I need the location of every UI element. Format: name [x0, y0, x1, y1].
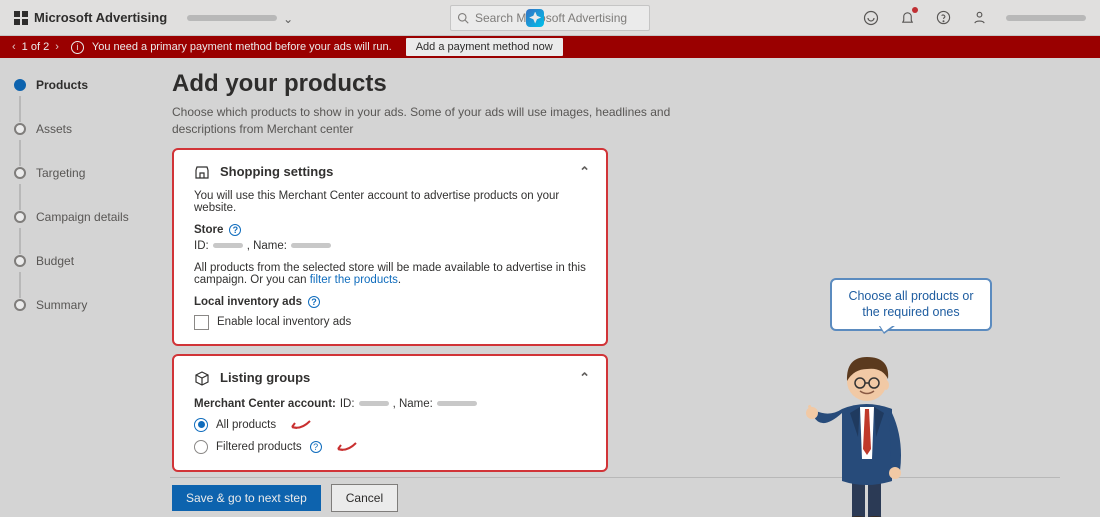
step-assets[interactable]: Assets	[14, 122, 156, 136]
opt-all-label: All products	[216, 419, 276, 431]
add-payment-button[interactable]: Add a payment method now	[406, 38, 563, 56]
alert-pager: 1 of 2	[22, 41, 50, 53]
brand-logo[interactable]: Microsoft Advertising	[14, 10, 167, 25]
listing-groups-card: Listing groups ⌃ Merchant Center account…	[172, 354, 608, 472]
step-summary[interactable]: Summary	[14, 298, 156, 312]
speech-bubble: Choose all products or the required ones	[830, 278, 992, 331]
enable-lia-checkbox[interactable]	[194, 315, 209, 330]
info-icon: i	[71, 41, 84, 54]
alert-message: You need a primary payment method before…	[92, 41, 392, 53]
global-search[interactable]: Search Microsoft Advertising	[450, 5, 650, 31]
page-title: Add your products	[172, 70, 1060, 98]
coach-avatar	[800, 339, 930, 517]
step-products[interactable]: Products	[14, 78, 156, 92]
store-label: Store	[194, 224, 223, 236]
annotation-arrow-icon	[336, 441, 358, 453]
mca-label: Merchant Center account:	[194, 398, 336, 410]
brand-text: Microsoft Advertising	[34, 10, 167, 25]
listing-groups-header: Listing groups	[220, 370, 310, 385]
account-name[interactable]	[1006, 15, 1086, 21]
radio-all-products[interactable]	[194, 418, 208, 432]
help-icon[interactable]: ?	[308, 296, 320, 308]
wizard-steps: Products Assets Targeting Campaign detai…	[0, 58, 170, 517]
enable-lia-label: Enable local inventory ads	[217, 316, 351, 328]
chevron-down-icon: ⌄	[283, 12, 293, 26]
alert-banner: ‹ 1 of 2 › i You need a primary payment …	[0, 36, 1100, 58]
search-placeholder: Search Microsoft Advertising	[475, 11, 627, 25]
chevron-up-icon[interactable]: ⌃	[579, 164, 590, 180]
chevron-up-icon[interactable]: ⌃	[579, 370, 590, 386]
shopping-settings-card: Shopping settings ⌃ You will use this Me…	[172, 148, 608, 346]
store-icon	[194, 164, 210, 180]
step-budget[interactable]: Budget	[14, 254, 156, 268]
shopping-settings-header: Shopping settings	[220, 164, 333, 179]
cancel-button[interactable]: Cancel	[331, 484, 398, 512]
account-breadcrumb[interactable]: ⌄	[187, 15, 277, 21]
page-subtitle: Choose which products to show in your ad…	[172, 104, 672, 138]
feedback-icon[interactable]	[862, 9, 880, 27]
shopping-desc: You will use this Merchant Center accoun…	[194, 190, 586, 214]
help-icon[interactable]: ?	[229, 224, 241, 236]
radio-filtered-products[interactable]	[194, 440, 208, 454]
step-campaign-details[interactable]: Campaign details	[14, 210, 156, 224]
chevron-right-icon[interactable]: ›	[55, 41, 59, 53]
filter-products-link[interactable]: filter the products	[310, 274, 398, 286]
microsoft-logo-icon	[14, 11, 28, 25]
copilot-icon[interactable]	[526, 9, 544, 27]
topbar: Microsoft Advertising ⌄ Search Microsoft…	[0, 0, 1100, 36]
annotation-arrow-icon	[290, 419, 312, 431]
chevron-left-icon[interactable]: ‹	[12, 41, 16, 53]
save-next-button[interactable]: Save & go to next step	[172, 485, 321, 511]
filter-hint: All products from the selected store wil…	[194, 262, 586, 286]
search-icon	[457, 12, 469, 24]
package-icon	[194, 370, 210, 386]
lia-label: Local inventory ads	[194, 296, 302, 308]
store-meta: ID: , Name:	[194, 240, 586, 252]
opt-filtered-label: Filtered products	[216, 441, 302, 453]
notifications-icon[interactable]	[898, 9, 916, 27]
step-targeting[interactable]: Targeting	[14, 166, 156, 180]
help-icon[interactable]	[934, 9, 952, 27]
help-icon[interactable]: ?	[310, 441, 322, 453]
person-icon[interactable]	[970, 9, 988, 27]
